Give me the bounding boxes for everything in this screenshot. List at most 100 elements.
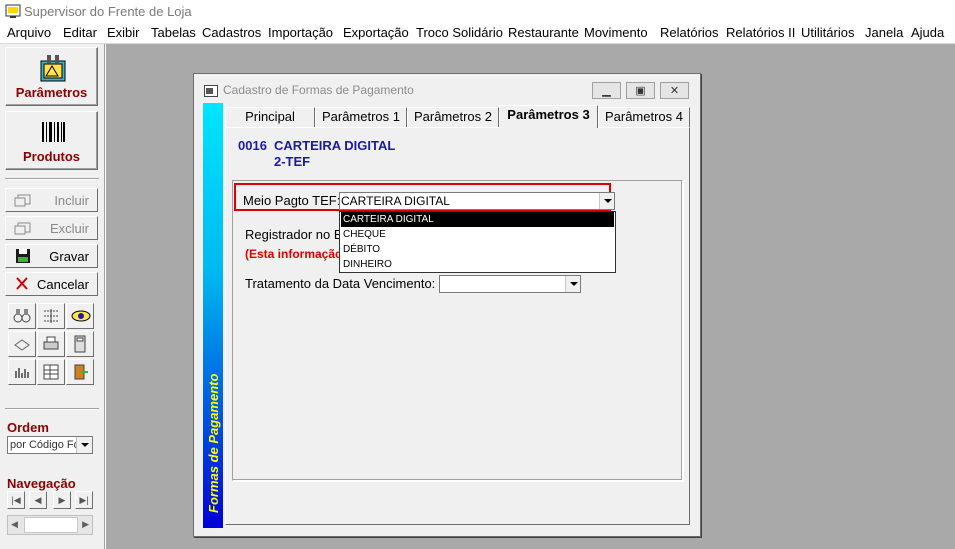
exit-button[interactable] [66, 359, 94, 385]
menu-arquivo[interactable]: Arquivo [7, 25, 51, 40]
menu-ajuda[interactable]: Ajuda [911, 25, 944, 40]
filter-button[interactable] [37, 303, 65, 329]
tray-button[interactable] [8, 331, 36, 357]
menu-exportacao[interactable]: Exportação [343, 25, 409, 40]
excluir-label: Excluir [49, 221, 89, 236]
window-title: Cadastro de Formas de Pagamento [223, 83, 414, 97]
menu-importacao[interactable]: Importação [268, 25, 333, 40]
menu-tabelas[interactable]: Tabelas [151, 25, 196, 40]
prev-icon: ◀ [34, 495, 42, 505]
menu-janela[interactable]: Janela [865, 25, 903, 40]
dropdown-option[interactable]: DINHEIRO [341, 257, 614, 272]
menu-movimento[interactable]: Movimento [584, 25, 648, 40]
app-titlebar: Supervisor do Frente de Loja [0, 0, 955, 23]
menu-relatorios[interactable]: Relatórios [660, 25, 719, 40]
cancelar-button[interactable]: Cancelar [5, 272, 98, 296]
record-type: 2-TEF [274, 154, 311, 169]
printer-icon [43, 336, 59, 350]
binoculars-icon [13, 309, 31, 323]
binoculars-button[interactable] [8, 303, 36, 329]
parametros-icon [40, 55, 66, 82]
gravar-button[interactable]: Gravar [5, 244, 98, 268]
tab-parametros-4[interactable]: Parâmetros 4 [598, 107, 690, 127]
menu-exibir[interactable]: Exibir [107, 25, 140, 40]
vencimento-select[interactable] [439, 275, 581, 293]
app-icon [5, 4, 21, 18]
nav-first-button[interactable]: |◀ [7, 491, 25, 509]
nav-last-button[interactable]: ▶| [75, 491, 93, 509]
ordem-title: Ordem [7, 420, 49, 435]
meio-pagto-tef-label: Meio Pagto TEF: [243, 193, 341, 208]
record-name: CARTEIRA DIGITAL [274, 138, 396, 153]
printer-button[interactable] [37, 331, 65, 357]
view-button[interactable] [66, 303, 94, 329]
save-icon [16, 249, 30, 263]
excluir-button[interactable]: Excluir [5, 216, 98, 240]
menu-restaurante[interactable]: Restaurante [508, 25, 579, 40]
gravar-label: Gravar [49, 249, 89, 264]
menu-cadastros[interactable]: Cadastros [202, 25, 261, 40]
scroll-thumb[interactable] [24, 517, 78, 533]
first-icon: |◀ [11, 495, 21, 505]
menu-bar: Arquivo Editar Exibir Tabelas Cadastros … [0, 23, 955, 43]
minimize-button[interactable]: ▁ [592, 82, 621, 99]
incluir-button[interactable]: Incluir [5, 188, 98, 212]
parametros-label: Parâmetros [15, 85, 88, 100]
delete-record-icon [14, 222, 31, 235]
parametros-button[interactable]: Parâmetros [5, 47, 98, 106]
navigation-scrollbar[interactable]: ◀ ▶ [7, 515, 93, 535]
info-note: (Esta informação [245, 247, 343, 261]
window-titlebar: Cadastro de Formas de Pagamento ▁ ▣ ✕ [194, 74, 700, 103]
dropdown-option[interactable]: CHEQUE [341, 227, 614, 242]
menu-troco-solidario[interactable]: Troco Solidário [416, 25, 503, 40]
close-button[interactable]: ✕ [660, 82, 689, 99]
app-title: Supervisor do Frente de Loja [24, 4, 192, 19]
tab-parametros-1[interactable]: Parâmetros 1 [315, 107, 407, 127]
chevron-down-icon [76, 437, 92, 453]
dropdown-option[interactable]: CARTEIRA DIGITAL [341, 212, 614, 227]
menu-utilitarios[interactable]: Utilitários [801, 25, 854, 40]
menu-editar[interactable]: Editar [63, 25, 97, 40]
tab-parametros-3[interactable]: Parâmetros 3 [499, 105, 598, 128]
scroll-left-icon: ◀ [11, 519, 18, 529]
nav-next-button[interactable]: ▶ [53, 491, 71, 509]
spreadsheet-button[interactable] [37, 359, 65, 385]
barcode-icon [42, 122, 65, 142]
chart-button[interactable] [8, 359, 36, 385]
registrador-label: Registrador no E [245, 227, 343, 242]
maximize-button[interactable]: ▣ [626, 82, 655, 99]
next-icon: ▶ [58, 495, 66, 505]
side-banner: Formas de Pagamento [203, 103, 223, 528]
menu-relatorios-ii[interactable]: Relatórios II [726, 25, 795, 40]
side-banner-text: Formas de Pagamento [206, 374, 221, 513]
incluir-label: Incluir [54, 193, 89, 208]
calculator-icon [74, 335, 86, 353]
bar-chart-icon [15, 368, 29, 378]
toolbar-divider [5, 408, 99, 410]
ordem-select[interactable]: por Código Fo [7, 436, 93, 454]
dropdown-option[interactable]: DÉBITO [341, 242, 614, 257]
meio-pagto-tef-select[interactable]: CARTEIRA DIGITAL [339, 192, 615, 210]
exit-door-icon [74, 364, 88, 380]
window-icon [204, 85, 218, 97]
produtos-label: Produtos [22, 149, 81, 164]
filter-icon [44, 309, 58, 323]
record-code: 0016 [238, 138, 267, 153]
chevron-down-icon[interactable] [599, 193, 614, 209]
left-toolbar: Parâmetros Produtos Incluir Excluir Grav… [0, 44, 105, 549]
meio-pagto-tef-dropdown: CARTEIRA DIGITAL CHEQUE DÉBITO DINHEIRO [339, 211, 616, 273]
formas-pagamento-window: Cadastro de Formas de Pagamento ▁ ▣ ✕ Fo… [193, 73, 701, 537]
minimize-icon: ▁ [602, 85, 611, 97]
cancelar-label: Cancelar [36, 277, 89, 292]
calculator-button[interactable] [66, 331, 94, 357]
nav-prev-button[interactable]: ◀ [29, 491, 47, 509]
tab-principal[interactable]: Principal [225, 107, 315, 127]
add-record-icon [14, 194, 31, 207]
chevron-down-icon[interactable] [565, 276, 580, 292]
navegacao-title: Navegação [7, 476, 76, 491]
spreadsheet-icon [43, 364, 59, 380]
tab-parametros-2[interactable]: Parâmetros 2 [407, 107, 499, 127]
meio-pagto-tef-value: CARTEIRA DIGITAL [341, 194, 450, 208]
side-banner-graphic: Formas de Pagamento [206, 374, 221, 513]
produtos-button[interactable]: Produtos [5, 111, 98, 170]
